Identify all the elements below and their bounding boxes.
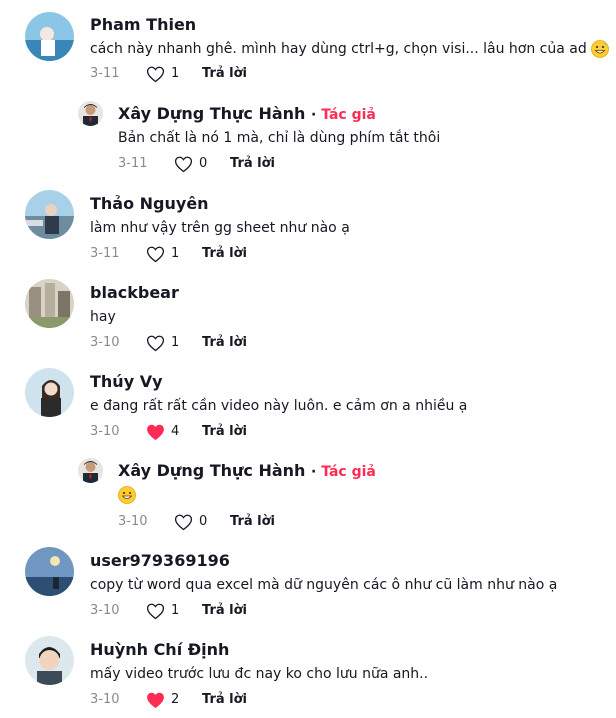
comment-date: 3-10 xyxy=(90,335,120,350)
author-badge: Tác giả xyxy=(321,107,376,123)
comment-username[interactable]: Xây Dựng Thực Hành · Tác giả xyxy=(118,461,376,482)
like-count: 0 xyxy=(199,156,208,171)
comment-text: hay xyxy=(90,309,116,325)
comment-text: làm như vậy trên gg sheet như nào ạ xyxy=(90,220,350,236)
comment-date: 3-11 xyxy=(90,246,120,261)
comment-date: 3-10 xyxy=(90,424,120,439)
avatar[interactable] xyxy=(25,547,74,596)
comment-date: 3-11 xyxy=(90,66,120,81)
like-button[interactable]: 2 xyxy=(146,690,179,710)
comment-text: mấy video trước lưu đc nay ko cho lưu nữ… xyxy=(90,666,429,682)
author-badge: Tác giả xyxy=(321,464,376,480)
like-count: 1 xyxy=(171,66,180,81)
reply-button[interactable]: Trả lời xyxy=(202,690,247,710)
comment-meta: 3-11 1 Trả lời xyxy=(90,64,390,84)
avatar[interactable] xyxy=(25,368,74,417)
grinning-sweat-emoji xyxy=(591,40,610,58)
like-button[interactable]: 4 xyxy=(146,422,179,442)
comment-list: Pham Thien cách này nhanh ghê. mình hay … xyxy=(0,0,616,718)
like-count: 1 xyxy=(171,335,180,350)
heart-outline-icon xyxy=(146,66,165,83)
comment-meta: 3-10 2 Trả lời xyxy=(90,690,390,710)
avatar[interactable] xyxy=(78,101,103,126)
avatar[interactable] xyxy=(25,636,74,685)
like-button[interactable]: 1 xyxy=(146,601,179,621)
like-count: 4 xyxy=(171,424,180,439)
comment-username[interactable]: Huỳnh Chí Định xyxy=(90,640,229,660)
comment-username[interactable]: Pham Thien xyxy=(90,15,196,35)
heart-outline-icon xyxy=(174,156,193,173)
comment-date: 3-11 xyxy=(118,156,148,171)
comment-date: 3-10 xyxy=(90,692,120,707)
avatar[interactable] xyxy=(78,458,103,483)
comment-meta: 3-11 1 Trả lời xyxy=(90,244,390,264)
comment-date: 3-10 xyxy=(90,603,120,618)
like-button[interactable]: 1 xyxy=(146,64,179,84)
comment-username[interactable]: user979369196 xyxy=(90,551,230,571)
comment-meta: 3-10 1 Trả lời xyxy=(90,333,390,353)
like-button[interactable]: 1 xyxy=(146,244,179,264)
comment-meta: 3-10 0 Trả lời xyxy=(118,512,418,532)
comment-text: e đang rất rất cần video này luôn. e cảm… xyxy=(90,398,468,414)
reply-button[interactable]: Trả lời xyxy=(202,244,247,264)
avatar[interactable] xyxy=(25,12,74,61)
reply-button[interactable]: Trả lời xyxy=(202,333,247,353)
heart-outline-icon xyxy=(146,603,165,620)
heart-filled-icon xyxy=(147,424,164,441)
like-count: 1 xyxy=(171,603,180,618)
like-button[interactable]: 0 xyxy=(174,154,207,174)
like-button[interactable]: 0 xyxy=(174,512,207,532)
like-button[interactable]: 1 xyxy=(146,333,179,353)
reply-button[interactable]: Trả lời xyxy=(202,64,247,84)
grinning-emoji xyxy=(118,486,136,504)
comment-text xyxy=(118,485,136,505)
comment-meta: 3-10 4 Trả lời xyxy=(90,422,390,442)
avatar[interactable] xyxy=(25,279,74,328)
comment-username[interactable]: Xây Dựng Thực Hành · Tác giả xyxy=(118,104,376,125)
comment-date: 3-10 xyxy=(118,514,148,529)
comment-meta: 3-11 0 Trả lời xyxy=(118,154,418,174)
like-count: 1 xyxy=(171,246,180,261)
comment-username[interactable]: Thúy Vy xyxy=(90,372,163,392)
avatar[interactable] xyxy=(25,190,74,239)
reply-button[interactable]: Trả lời xyxy=(230,512,275,532)
reply-button[interactable]: Trả lời xyxy=(202,422,247,442)
reply-button[interactable]: Trả lời xyxy=(230,154,275,174)
heart-outline-icon xyxy=(174,514,193,531)
heart-filled-icon xyxy=(147,692,164,709)
comment-text: cách này nhanh ghê. mình hay dùng ctrl+g… xyxy=(90,39,610,59)
comment-username[interactable]: Thảo Nguyên xyxy=(90,194,209,214)
heart-outline-icon xyxy=(146,335,165,352)
like-count: 0 xyxy=(199,514,208,529)
heart-outline-icon xyxy=(146,246,165,263)
comment-username[interactable]: blackbear xyxy=(90,283,179,303)
like-count: 2 xyxy=(171,692,180,707)
comment-text: Bản chất là nó 1 mà, chỉ là dùng phím tắ… xyxy=(118,130,441,146)
reply-button[interactable]: Trả lời xyxy=(202,601,247,621)
comment-meta: 3-10 1 Trả lời xyxy=(90,601,390,621)
comment-text: copy từ word qua excel mà dữ nguyên các … xyxy=(90,577,558,593)
